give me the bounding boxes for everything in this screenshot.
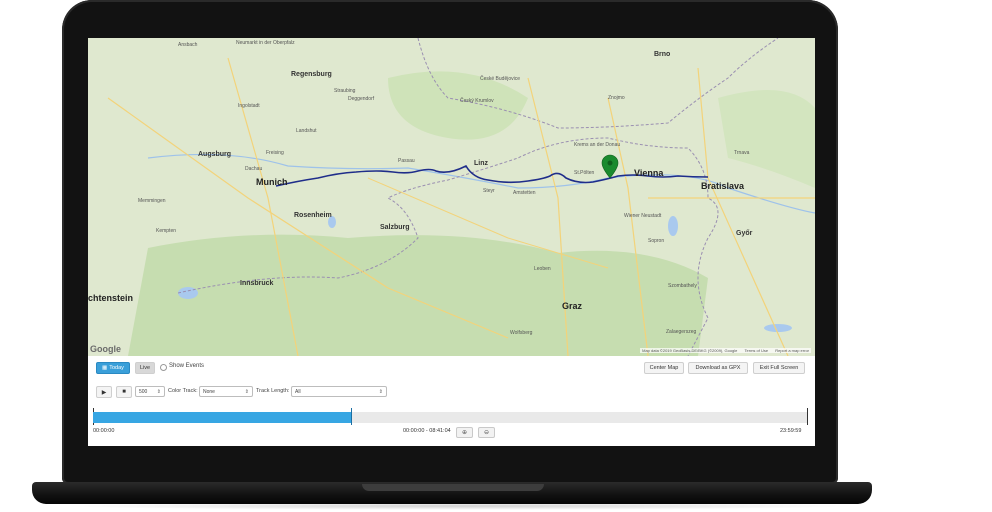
label-landshut: Landshut (296, 128, 317, 134)
label-leoben: Leoben (534, 266, 551, 272)
terms-link[interactable]: Terms of Use (745, 348, 769, 353)
timeline-handle[interactable] (351, 408, 352, 425)
screen: Ansbach Neumarkt in der Oberpfalz Regens… (88, 38, 815, 446)
zoom-out-button[interactable]: ⊖ (478, 427, 495, 438)
label-salzburg: Salzburg (380, 224, 410, 231)
label-liechtenstein: chtenstein (88, 293, 134, 303)
label-wiener-neustadt: Wiener Neustadt (624, 213, 662, 219)
label-bratislava: Bratislava (701, 181, 745, 191)
carpathian-area (718, 90, 815, 188)
play-icon: ▶ (101, 389, 107, 396)
track-length-label: Track Length: (256, 388, 290, 394)
exit-full-screen-button[interactable]: Exit Full Screen (753, 362, 805, 374)
label-munich: Munich (256, 177, 288, 187)
speed-value: 500 (139, 388, 148, 395)
zoom-in-icon: ⊕ (461, 430, 468, 436)
attribution-text: Map data ©2019 GeoBasis-DE/BKG (©2009), … (642, 348, 738, 353)
label-stpolten: St.Pölten (574, 170, 595, 176)
select-arrow-icon: ⇕ (156, 388, 161, 395)
label-regensburg: Regensburg (291, 71, 332, 78)
label-freising: Freising (266, 150, 284, 156)
label-straubing: Straubing (334, 88, 356, 94)
label-cesky-krumlov: Český Krumlov (460, 98, 494, 104)
track-length-select[interactable]: All ⇕ (291, 386, 387, 397)
label-neumarkt: Neumarkt in der Oberpfalz (236, 40, 295, 46)
timeline-slider[interactable] (93, 412, 807, 423)
label-passau: Passau (398, 158, 415, 164)
lake-constance (178, 287, 198, 299)
laptop-notch (362, 484, 544, 491)
color-track-select[interactable]: None ⇕ (199, 386, 253, 397)
label-gyor: Győr (736, 230, 753, 237)
color-track-label: Color Track: (168, 388, 198, 394)
timeline-range-text: 00:00:00 - 08:41:04 (403, 428, 451, 434)
stop-icon: ■ (122, 389, 126, 395)
label-ingolstadt: Ingolstadt (238, 103, 260, 109)
center-map-button[interactable]: Center Map (644, 362, 684, 374)
label-innsbruck: Innsbruck (240, 280, 274, 287)
label-brno: Brno (654, 51, 671, 58)
label-linz: Linz (474, 160, 488, 167)
label-vienna: Vienna (634, 168, 664, 178)
live-button[interactable]: Live (135, 362, 155, 374)
label-szombathely: Szombathely (668, 283, 697, 289)
label-znojmo: Znojmo (608, 95, 625, 101)
label-memmingen: Memmingen (138, 198, 166, 204)
label-steyr: Steyr (483, 188, 495, 194)
label-krems: Krems an der Donau (574, 142, 621, 148)
select-arrow-icon: ⇕ (378, 388, 383, 395)
stop-button[interactable]: ■ (116, 386, 132, 398)
zoom-in-button[interactable]: ⊕ (456, 427, 473, 438)
label-ceske-budejovice: České Budějovice (480, 76, 521, 82)
today-label: Today (109, 365, 124, 371)
zoom-out-icon: ⊖ (483, 430, 490, 436)
label-augsburg: Augsburg (198, 151, 232, 158)
label-trnava: Trnava (734, 150, 750, 156)
lake-neusiedl (668, 216, 678, 236)
speed-select[interactable]: 500 ⇕ (135, 386, 165, 397)
track-length-value: All (295, 388, 301, 395)
timeline-progress (93, 412, 351, 423)
label-graz: Graz (562, 301, 583, 311)
select-arrow-icon: ⇕ (244, 388, 249, 395)
label-wolfsberg: Wolfsberg (510, 330, 533, 336)
show-events-label: Show Events (169, 363, 205, 369)
timeline-end-time: 23:59:59 (780, 428, 802, 434)
show-events-radio[interactable] (160, 364, 167, 371)
download-gpx-button[interactable]: Download as GPX (688, 362, 748, 374)
label-kempten: Kempten (156, 228, 177, 234)
label-dachau: Dachau (245, 166, 263, 172)
map-canvas (107, 38, 815, 356)
report-map-error-link[interactable]: Report a map error (775, 348, 809, 353)
color-track-value: None (203, 388, 215, 395)
today-button[interactable]: ▦ Today (96, 362, 130, 374)
play-button[interactable]: ▶ (96, 386, 112, 398)
map[interactable]: Ansbach Neumarkt in der Oberpfalz Regens… (88, 38, 815, 356)
label-amstetten: Amstetten (513, 190, 536, 196)
map-attribution: Map data ©2019 GeoBasis-DE/BKG (©2009), … (640, 348, 811, 353)
location-marker-icon (601, 154, 619, 179)
google-logo: Google (90, 344, 121, 354)
label-deggendorf: Deggendorf (348, 96, 375, 102)
label-sopron: Sopron (648, 238, 665, 244)
label-rosenheim: Rosenheim (294, 212, 332, 219)
label-zalaegerszeg: Zalaegerszeg (666, 329, 697, 335)
lake-balaton (764, 324, 792, 332)
calendar-icon: ▦ (102, 365, 108, 371)
label-ansbach: Ansbach (178, 42, 198, 48)
timeline-end-tick (807, 408, 808, 425)
alps-area (128, 234, 708, 356)
timeline-start-time: 00:00:00 (93, 428, 115, 434)
